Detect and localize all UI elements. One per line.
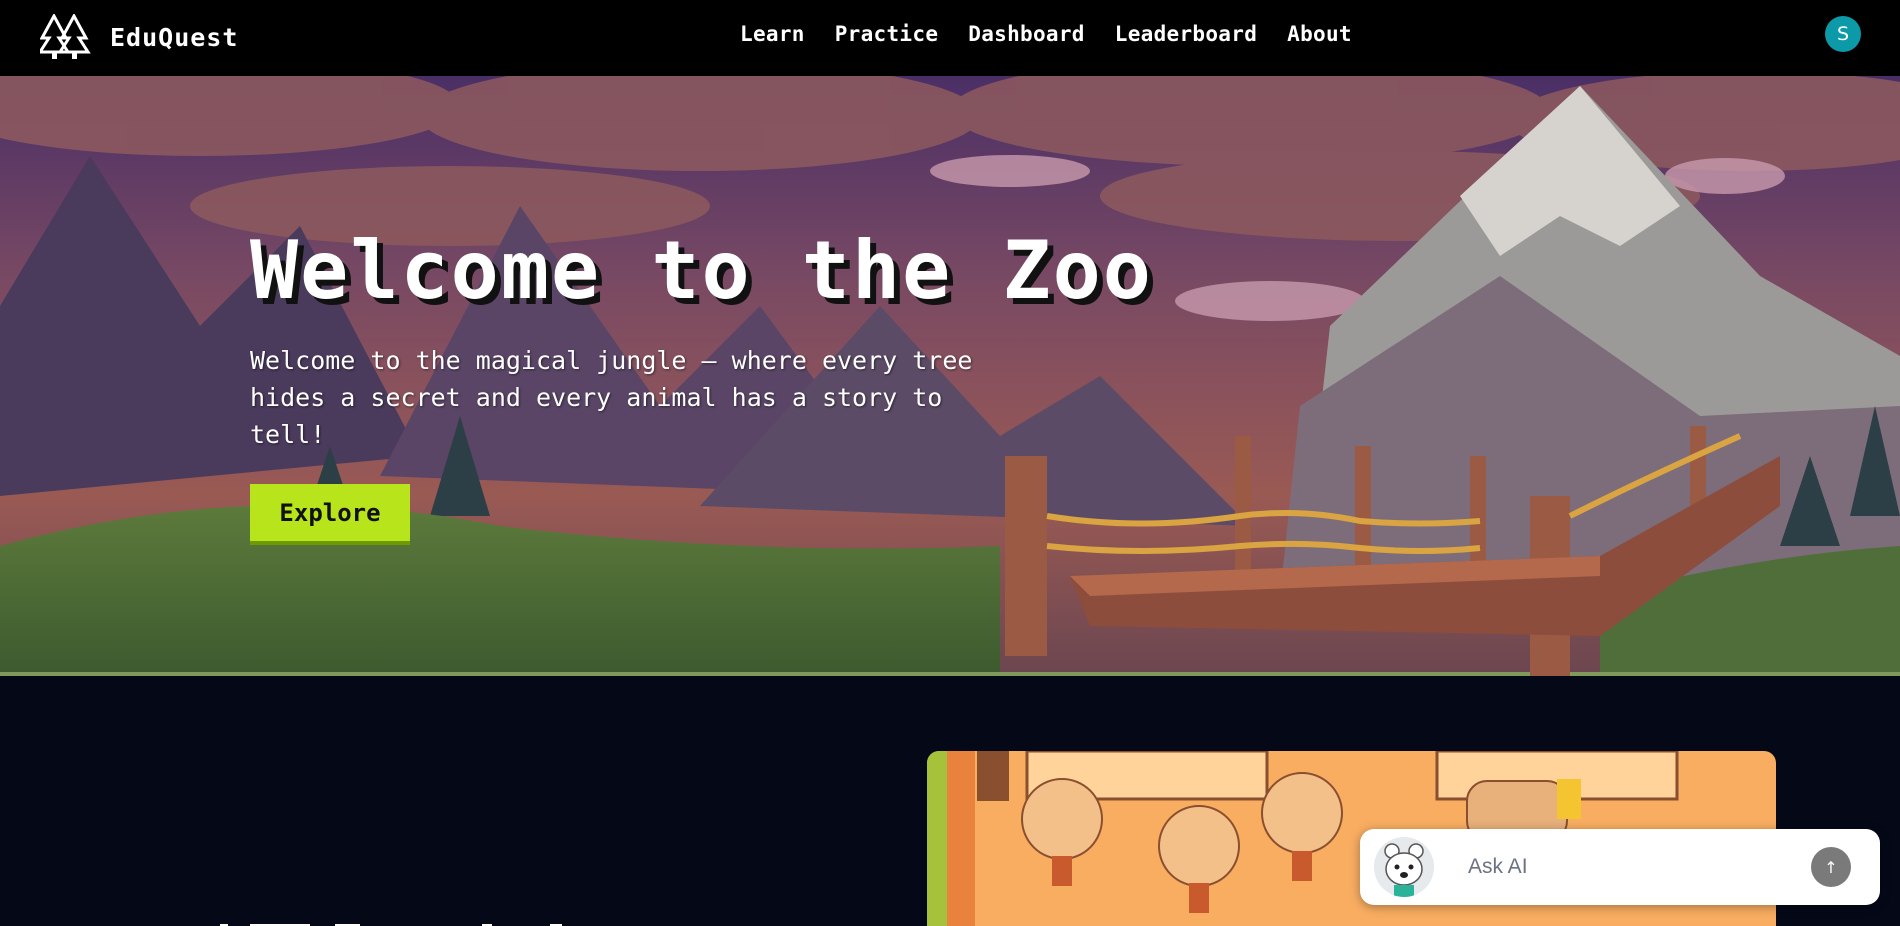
- explore-button[interactable]: Explore: [250, 484, 410, 545]
- main-nav: Learn Practice Dashboard Leaderboard Abo…: [740, 22, 1382, 46]
- polar-bear-mascot-icon: [1374, 837, 1434, 897]
- hero-subtitle: Welcome to the magical jungle – where ev…: [250, 346, 973, 449]
- user-avatar[interactable]: S: [1825, 16, 1861, 52]
- nav-link-dashboard[interactable]: Dashboard: [968, 22, 1085, 46]
- brand[interactable]: EduQuest: [40, 14, 238, 60]
- hero-section: Welcome to the Zoo Welcome to the magica…: [0, 76, 1900, 676]
- nav-link-learn[interactable]: Learn: [740, 22, 805, 46]
- brand-name: EduQuest: [110, 22, 239, 52]
- hero-title: Welcome to the Zoo: [250, 224, 1153, 317]
- ask-ai-input[interactable]: [1468, 849, 1788, 885]
- nav-link-about[interactable]: About: [1287, 22, 1352, 46]
- nav-link-leaderboard[interactable]: Leaderboard: [1115, 22, 1257, 46]
- top-navbar: EduQuest Learn Practice Dashboard Leader…: [0, 0, 1900, 76]
- pine-trees-icon: [40, 14, 91, 59]
- send-button[interactable]: ↑: [1811, 847, 1851, 887]
- nav-link-practice[interactable]: Practice: [835, 22, 939, 46]
- section-heading-partial: [220, 924, 562, 926]
- arrow-up-icon: ↑: [1824, 857, 1838, 877]
- ask-ai-widget: ↑: [1360, 829, 1880, 905]
